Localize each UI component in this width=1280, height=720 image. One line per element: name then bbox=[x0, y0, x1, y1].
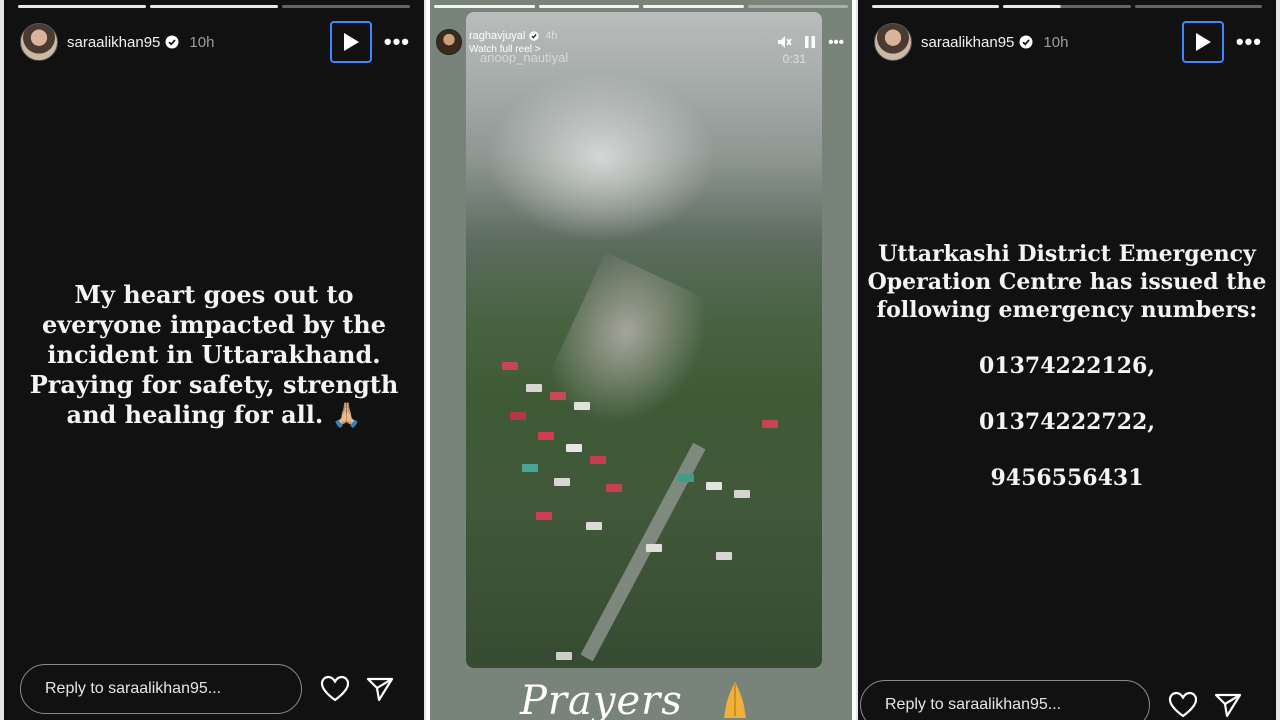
username[interactable]: raghavjuyal bbox=[469, 30, 525, 42]
story-panel-left: saraalikhan95 10h ••• My heart goes out … bbox=[0, 0, 426, 720]
mute-icon[interactable] bbox=[776, 34, 792, 50]
landslide-debris bbox=[538, 252, 724, 452]
play-button[interactable] bbox=[329, 21, 372, 63]
more-icon[interactable]: ••• bbox=[1236, 31, 1262, 53]
village-house bbox=[556, 652, 572, 660]
story-progress-bar bbox=[18, 5, 410, 8]
time-ago: 4h bbox=[545, 29, 558, 42]
verified-badge-icon bbox=[1019, 35, 1033, 49]
village-house bbox=[586, 522, 602, 530]
village-house bbox=[574, 402, 590, 410]
story-progress-bar bbox=[872, 5, 1262, 8]
village-house bbox=[550, 392, 566, 400]
emergency-number: 9456556431 bbox=[990, 465, 1144, 491]
fog-cloud bbox=[486, 72, 716, 242]
story-panel-middle: raghavjuyal 4h Watch full reel > ••• ano… bbox=[430, 0, 852, 720]
progress-segment bbox=[643, 5, 744, 8]
story-message: Uttarkashi District Emergency Operation … bbox=[864, 240, 1270, 492]
video-watermark: anoop_nautiyal bbox=[480, 50, 569, 65]
story-header: saraalikhan95 10h ••• bbox=[20, 21, 410, 63]
village-house bbox=[716, 552, 732, 560]
emergency-heading: Uttarkashi District Emergency Operation … bbox=[867, 241, 1267, 323]
progress-segment bbox=[282, 5, 410, 8]
story-caption: Prayers bbox=[520, 678, 683, 720]
play-button[interactable] bbox=[1181, 21, 1224, 63]
emergency-number: 01374222126, bbox=[978, 353, 1156, 379]
reply-bar: Reply to saraalikhan95... bbox=[860, 680, 1242, 720]
progress-segment bbox=[434, 5, 535, 8]
story-progress-bar bbox=[434, 5, 848, 8]
username-row: raghavjuyal 4h bbox=[469, 30, 558, 42]
time-ago: 10h bbox=[1043, 33, 1069, 51]
progress-segment bbox=[872, 5, 1000, 8]
story-message: My heart goes out to everyone impacted b… bbox=[29, 280, 399, 429]
story-header: saraalikhan95 10h ••• bbox=[874, 21, 1262, 63]
time-ago: 10h bbox=[189, 33, 215, 51]
pause-icon[interactable] bbox=[804, 35, 816, 49]
progress-segment bbox=[18, 5, 146, 8]
more-icon[interactable]: ••• bbox=[828, 34, 844, 51]
avatar[interactable] bbox=[20, 23, 58, 61]
heart-icon[interactable] bbox=[320, 675, 350, 703]
heart-icon[interactable] bbox=[1168, 691, 1198, 719]
village-house bbox=[678, 474, 694, 482]
progress-segment bbox=[1003, 5, 1131, 8]
username[interactable]: saraalikhan95 bbox=[67, 34, 160, 51]
username[interactable]: saraalikhan95 bbox=[921, 34, 1014, 51]
reel-video[interactable] bbox=[466, 12, 822, 668]
progress-segment bbox=[1134, 5, 1262, 8]
play-icon bbox=[1195, 33, 1211, 51]
verified-badge-icon bbox=[165, 35, 179, 49]
village-house bbox=[606, 484, 622, 492]
send-icon[interactable] bbox=[1214, 692, 1242, 718]
play-icon bbox=[343, 33, 359, 51]
village-house bbox=[502, 362, 518, 370]
video-timer: 0:31 bbox=[782, 52, 806, 66]
village-house bbox=[554, 478, 570, 486]
progress-segment bbox=[747, 5, 848, 8]
village-house bbox=[590, 456, 606, 464]
village-house bbox=[536, 512, 552, 520]
village-house bbox=[762, 420, 778, 428]
village-house bbox=[646, 544, 662, 552]
story-panel-right: saraalikhan95 10h ••• Uttarkashi Distric… bbox=[856, 0, 1280, 720]
village-house bbox=[522, 464, 538, 472]
reply-input[interactable]: Reply to saraalikhan95... bbox=[860, 680, 1150, 720]
reply-input[interactable]: Reply to saraalikhan95... bbox=[20, 664, 302, 714]
verified-badge-icon bbox=[529, 30, 539, 41]
emergency-number: 01374222722, bbox=[978, 409, 1156, 435]
village-house bbox=[566, 444, 582, 452]
progress-segment bbox=[150, 5, 278, 8]
village-house bbox=[706, 482, 722, 490]
avatar[interactable] bbox=[874, 23, 912, 61]
more-icon[interactable]: ••• bbox=[384, 31, 410, 53]
village-house bbox=[526, 384, 542, 392]
praying-hands-icon bbox=[724, 682, 746, 718]
progress-segment bbox=[538, 5, 639, 8]
village-house bbox=[734, 490, 750, 498]
village-house bbox=[510, 412, 526, 420]
send-icon[interactable] bbox=[366, 676, 394, 702]
avatar[interactable] bbox=[436, 29, 462, 55]
village-house bbox=[538, 432, 554, 440]
reply-bar: Reply to saraalikhan95... bbox=[20, 664, 394, 714]
